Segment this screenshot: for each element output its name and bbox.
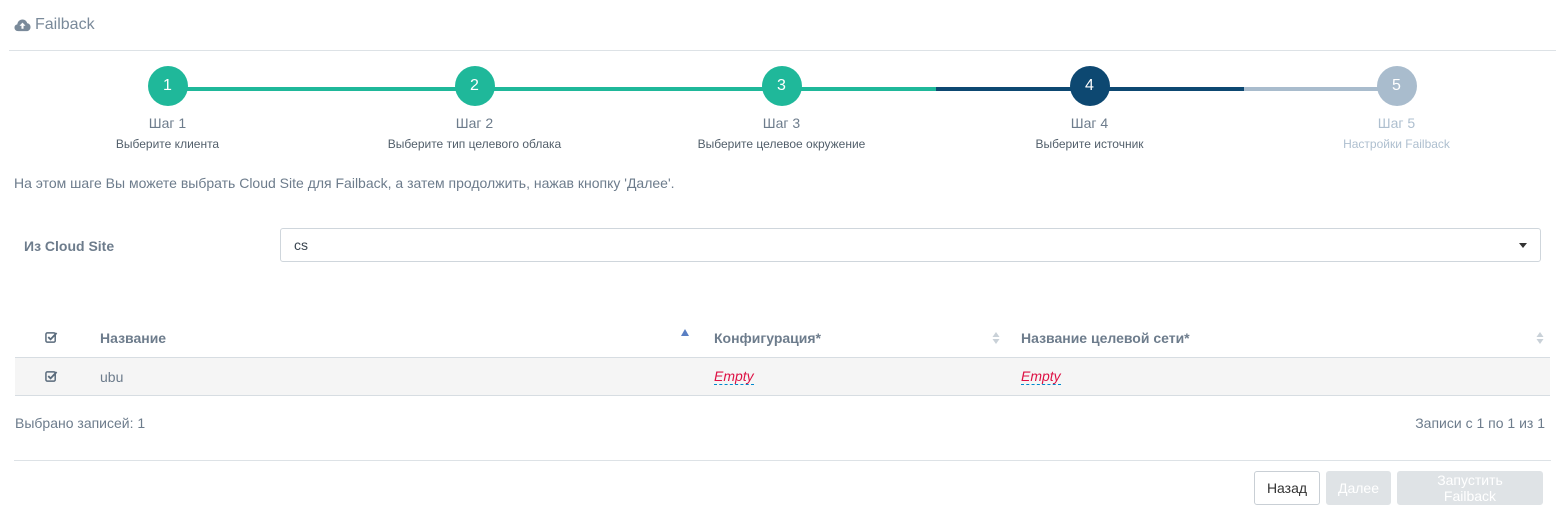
config-editable-link[interactable]: Empty	[714, 368, 754, 385]
column-header-name[interactable]: Название	[85, 318, 699, 357]
step-number: 3	[761, 66, 802, 106]
sort-asc-icon	[681, 329, 689, 336]
cloud-upload-icon	[14, 19, 31, 32]
source-table: Название Конфигурация* Название целевой …	[15, 318, 1550, 396]
sort-both-icon	[992, 331, 1000, 344]
next-button[interactable]: Далее	[1326, 471, 1391, 505]
wizard-step-5: 5 Шаг 5 Настройки Failback	[1243, 66, 1550, 151]
column-label: Название целевой сети*	[1021, 329, 1190, 346]
step-number: 1	[147, 66, 188, 106]
cloud-site-select[interactable]: cs	[280, 228, 1541, 262]
column-header-network[interactable]: Название целевой сети*	[1006, 318, 1550, 357]
page-header: Failback	[14, 14, 95, 36]
header-divider	[9, 50, 1556, 51]
row-checkbox[interactable]	[15, 358, 85, 395]
table-header-row: Название Конфигурация* Название целевой …	[15, 318, 1550, 358]
step-description: Выберите клиента	[115, 137, 220, 151]
step-title: Шаг 1	[148, 115, 187, 131]
caret-down-icon	[1519, 242, 1527, 248]
cloud-site-label: Из Cloud Site	[24, 238, 115, 254]
records-info: Записи с 1 по 1 из 1	[1415, 415, 1545, 431]
step-number: 4	[1069, 66, 1110, 106]
wizard-step-3[interactable]: 3 Шаг 3 Выберите целевое окружение	[628, 66, 935, 151]
cell-config: Empty	[699, 358, 1006, 395]
table-row[interactable]: ubu Empty Empty	[15, 358, 1550, 396]
column-label: Название	[100, 329, 167, 346]
row-name: ubu	[100, 368, 124, 385]
checkbox-checked-icon	[44, 332, 57, 343]
page-title: Failback	[35, 16, 95, 33]
wizard-step-2[interactable]: 2 Шаг 2 Выберите тип целевого облака	[321, 66, 628, 151]
step-hint: На этом шаге Вы можете выбрать Cloud Sit…	[14, 175, 675, 191]
selected-count: Выбрано записей: 1	[15, 415, 146, 431]
step-description: Выберите целевое окружение	[697, 137, 866, 151]
back-button[interactable]: Назад	[1254, 471, 1320, 505]
step-title: Шаг 2	[455, 115, 494, 131]
column-label: Конфигурация*	[714, 329, 822, 346]
cell-network: Empty	[1006, 358, 1550, 395]
step-description: Выберите источник	[1035, 137, 1144, 151]
checkbox-checked-icon	[44, 371, 57, 382]
cell-name: ubu	[85, 358, 699, 395]
select-all-checkbox[interactable]	[15, 318, 85, 357]
sort-both-icon	[1536, 331, 1544, 344]
step-description: Выберите тип целевого облака	[387, 137, 562, 151]
step-description: Настройки Failback	[1343, 137, 1450, 151]
step-title: Шаг 3	[762, 115, 801, 131]
step-title: Шаг 4	[1070, 115, 1109, 131]
footer-divider	[14, 460, 1551, 461]
network-editable-link[interactable]: Empty	[1021, 368, 1061, 385]
cloud-site-selected-value: cs	[294, 237, 308, 253]
wizard-steps: 1 Шаг 1 Выберите клиента 2 Шаг 2 Выберит…	[14, 66, 1551, 156]
step-number: 5	[1376, 66, 1417, 106]
wizard-step-1[interactable]: 1 Шаг 1 Выберите клиента	[14, 66, 321, 151]
step-title: Шаг 5	[1377, 115, 1416, 131]
step-number: 2	[454, 66, 495, 106]
wizard-step-4[interactable]: 4 Шаг 4 Выберите источник	[936, 66, 1243, 151]
run-failback-button[interactable]: Запустить Failback	[1397, 471, 1543, 505]
column-header-config[interactable]: Конфигурация*	[699, 318, 1006, 357]
